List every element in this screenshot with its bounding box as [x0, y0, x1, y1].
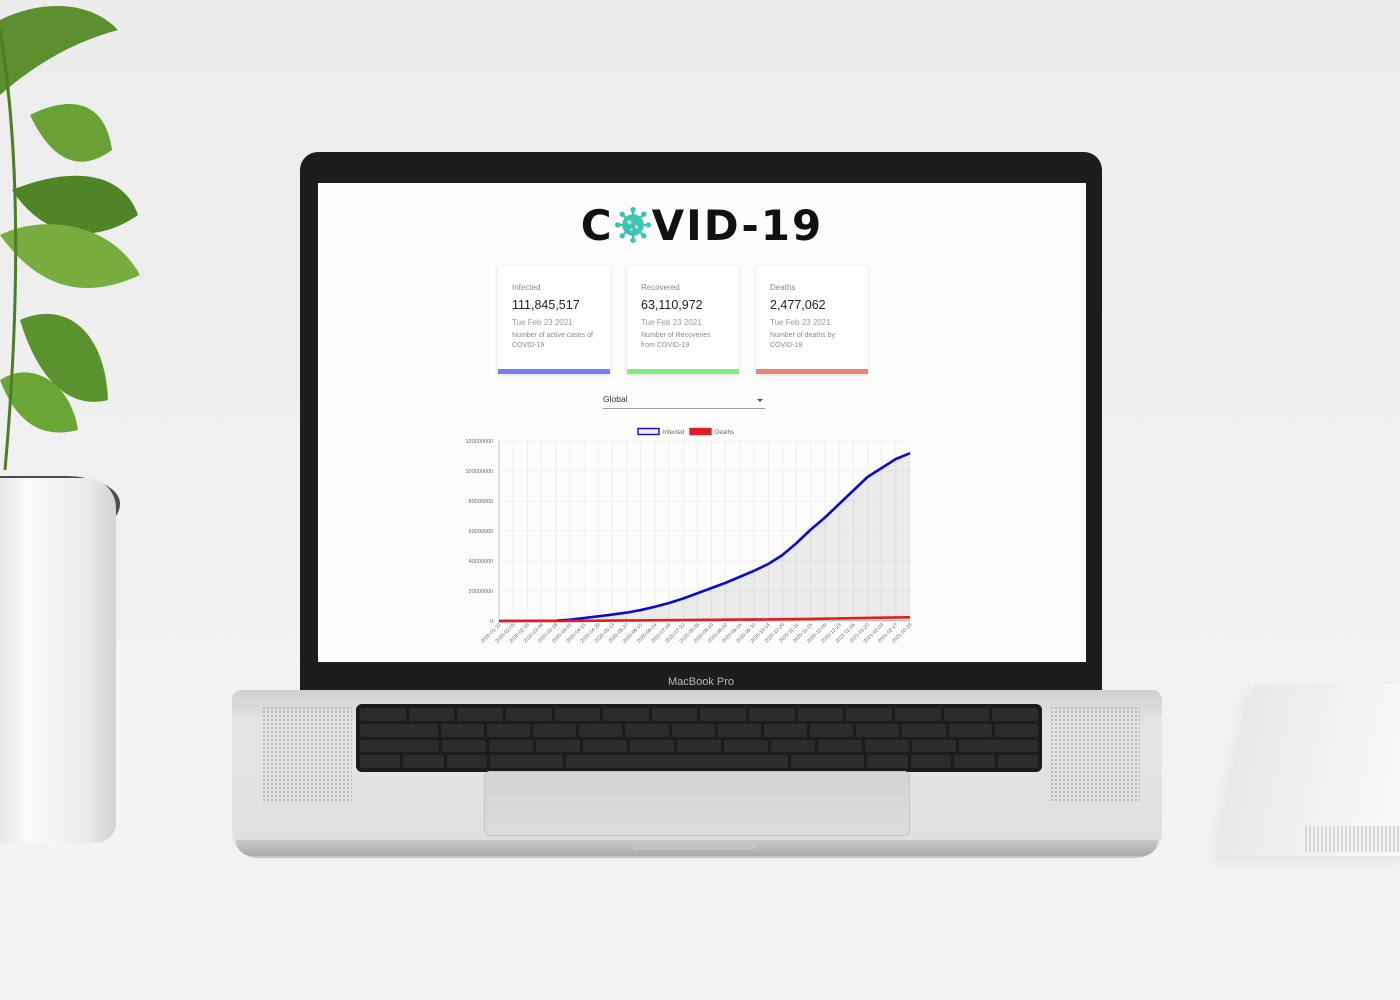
- deaths-card: Deaths 2,477,062 Tue Feb 23 2021 Number …: [756, 266, 868, 374]
- logo-letter-c: C: [580, 201, 614, 250]
- card-title: Infected: [512, 283, 541, 292]
- stats-cards: Infected 111,845,517 Tue Feb 23 2021 Num…: [498, 266, 868, 374]
- card-color-bar: [756, 369, 868, 374]
- card-title: Recovered: [641, 283, 680, 292]
- cases-line-chart: 0 20000000 40000000 60000000 80000000 1000000…: [465, 427, 914, 645]
- notebook-pages: [1305, 826, 1400, 852]
- card-date: Tue Feb 23 2021: [770, 318, 831, 327]
- laptop-bezel-label: MacBook Pro: [300, 662, 1102, 692]
- card-value: 2,477,062: [770, 298, 826, 312]
- y-tick-label: 20000000: [469, 589, 493, 595]
- virus-icon: [614, 207, 651, 243]
- card-color-bar: [627, 369, 739, 374]
- card-description: Number of Recoveries from COVID-19: [641, 332, 711, 349]
- trackpad: [484, 771, 910, 836]
- series-area-infected: [499, 453, 910, 621]
- card-description: Number of active cases of COVID-19: [512, 332, 593, 349]
- y-tick-label: 80000000: [469, 499, 493, 505]
- y-tick-label: 0: [490, 619, 493, 625]
- right-speaker-grille: [1050, 706, 1140, 802]
- y-tick-label: 120000000: [465, 439, 493, 445]
- plant-pot: [0, 478, 116, 843]
- country-select[interactable]: Global: [603, 394, 765, 409]
- logo-text: VID-19: [651, 201, 824, 250]
- infected-card: Infected 111,845,517 Tue Feb 23 2021 Num…: [498, 266, 610, 374]
- keyboard: [356, 704, 1042, 772]
- card-title: Deaths: [770, 283, 796, 292]
- legend-label-deaths: Deaths: [715, 430, 734, 436]
- covid-logo: C VID-19: [318, 201, 1086, 250]
- legend-swatch-infected: [637, 427, 660, 436]
- card-description: Number of deaths by COVID-19: [770, 332, 835, 349]
- plant-leaves: [0, 6, 140, 471]
- card-date: Tue Feb 23 2021: [512, 318, 573, 327]
- legend-swatch-deaths: [689, 427, 712, 436]
- recovered-card: Recovered 63,110,972 Tue Feb 23 2021 Num…: [627, 266, 739, 374]
- y-tick-label: 100000000: [465, 469, 493, 475]
- card-value: 63,110,972: [641, 298, 703, 312]
- legend-label-infected: Infected: [663, 430, 684, 436]
- card-color-bar: [498, 369, 610, 374]
- y-tick-label: 60000000: [469, 529, 493, 535]
- country-select-value: Global: [603, 394, 628, 404]
- card-value: 111,845,517: [512, 298, 580, 312]
- chevron-down-icon: [757, 399, 763, 402]
- y-tick-label: 40000000: [469, 559, 493, 565]
- laptop-lid-notch: [630, 842, 758, 850]
- card-date: Tue Feb 23 2021: [641, 318, 702, 327]
- laptop-screen: C VID-19 Infected 111,845,517 Tue Feb 23…: [318, 183, 1086, 662]
- left-speaker-grille: [262, 706, 352, 802]
